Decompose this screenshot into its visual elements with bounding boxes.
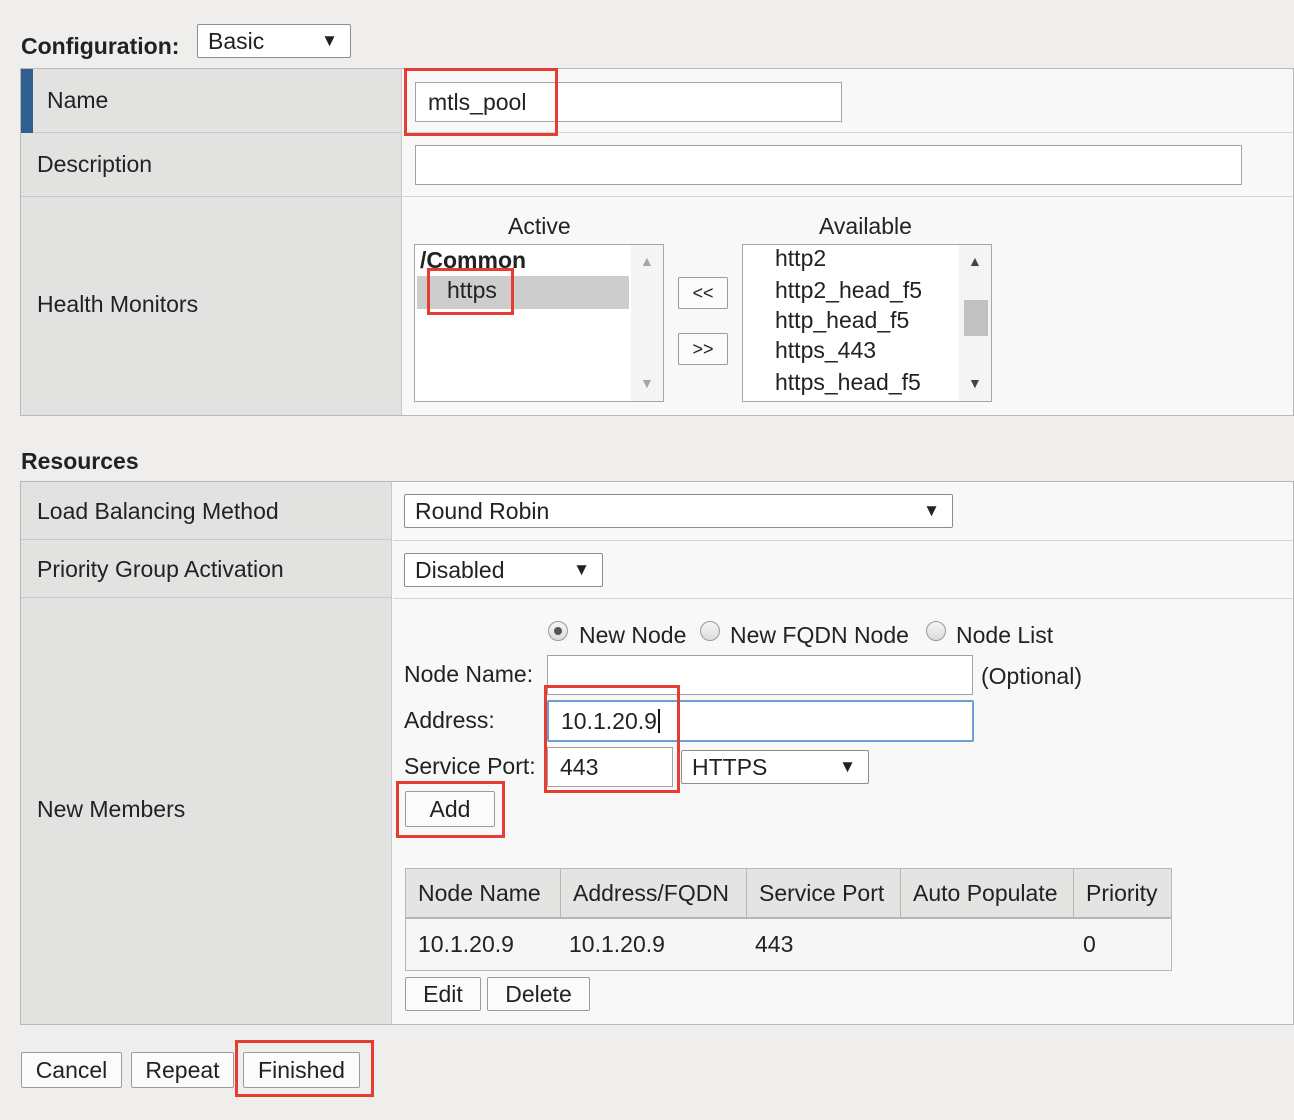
cell-service-port: 443 — [755, 931, 794, 957]
text-cursor — [657, 709, 660, 733]
finished-button-label: Finished — [258, 1056, 345, 1083]
add-button-label: Add — [429, 795, 471, 822]
node-name-input[interactable] — [547, 655, 973, 695]
row-divider — [393, 598, 1293, 599]
available-item[interactable]: http2 — [775, 245, 826, 272]
cell-node-name: 10.1.20.9 — [418, 931, 514, 957]
radio-new-fqdn-node[interactable] — [700, 621, 720, 641]
name-label: Name — [47, 87, 109, 113]
new-members-label: New Members — [37, 796, 186, 822]
description-input[interactable] — [415, 145, 1242, 185]
address-value: 10.1.20.9 — [561, 707, 657, 734]
chevron-down-icon: ▼ — [573, 560, 590, 579]
available-list-scrollbar[interactable]: ▲ ▼ — [959, 245, 991, 401]
address-input[interactable]: 10.1.20.9 — [547, 700, 974, 742]
configuration-value: Basic — [208, 27, 265, 54]
configuration-label: Configuration: — [21, 33, 180, 59]
pga-value: Disabled — [415, 556, 505, 583]
table-row[interactable]: 10.1.20.9 10.1.20.9 443 0 — [406, 919, 1171, 970]
move-right-label: >> — [692, 338, 714, 359]
scroll-down-icon[interactable]: ▼ — [968, 375, 982, 391]
cell-address: 10.1.20.9 — [569, 931, 665, 957]
service-port-select[interactable]: HTTPS ▼ — [681, 750, 869, 784]
health-monitors-label: Health Monitors — [37, 291, 199, 317]
lb-method-select[interactable]: Round Robin ▼ — [404, 494, 953, 528]
address-label: Address: — [404, 707, 495, 733]
row-divider — [393, 540, 1293, 541]
chevron-down-icon: ▼ — [923, 501, 940, 520]
edit-button[interactable]: Edit — [405, 977, 481, 1011]
scroll-down-icon[interactable]: ▼ — [640, 375, 654, 391]
repeat-button-label: Repeat — [145, 1056, 220, 1083]
available-monitors-list[interactable]: http2 http2_head_f5 http_head_f5 https_4… — [742, 244, 992, 402]
service-port-service: HTTPS — [692, 753, 768, 780]
cancel-button-label: Cancel — [35, 1056, 108, 1083]
active-list-scrollbar[interactable]: ▲ ▼ — [631, 245, 663, 401]
lb-method-label: Load Balancing Method — [37, 498, 279, 524]
cell-priority: 0 — [1083, 931, 1096, 957]
radio-new-node-label[interactable]: New Node — [579, 622, 686, 649]
scroll-up-icon[interactable]: ▲ — [640, 253, 654, 269]
column-header-address[interactable]: Address/FQDN — [561, 869, 747, 917]
name-input-value: mtls_pool — [428, 88, 527, 115]
service-port-input[interactable]: 443 — [547, 747, 673, 787]
delete-button[interactable]: Delete — [487, 977, 590, 1011]
lb-method-value: Round Robin — [415, 497, 550, 524]
add-button[interactable]: Add — [405, 791, 495, 827]
move-left-button[interactable]: << — [678, 277, 728, 309]
column-header-node-name[interactable]: Node Name — [406, 869, 561, 917]
description-label: Description — [37, 151, 153, 177]
available-header: Available — [819, 213, 912, 239]
move-left-label: << — [692, 282, 714, 303]
finished-button[interactable]: Finished — [243, 1052, 360, 1088]
service-port-label: Service Port: — [404, 753, 536, 779]
radio-new-fqdn-node-label[interactable]: New FQDN Node — [730, 622, 909, 649]
service-port-value: 443 — [560, 753, 599, 780]
cancel-button[interactable]: Cancel — [21, 1052, 122, 1088]
row-divider — [403, 132, 1293, 133]
name-row-accent — [21, 69, 33, 133]
chevron-down-icon: ▼ — [839, 757, 856, 776]
pga-select[interactable]: Disabled ▼ — [404, 553, 603, 587]
column-header-priority[interactable]: Priority — [1074, 869, 1171, 917]
active-item-https[interactable]: https — [447, 277, 497, 304]
radio-node-list[interactable] — [926, 621, 946, 641]
active-header: Active — [508, 213, 571, 239]
available-item[interactable]: http2_head_f5 — [775, 277, 922, 304]
members-table: Node Name Address/FQDN Service Port Auto… — [405, 868, 1172, 971]
radio-node-list-label[interactable]: Node List — [956, 622, 1053, 649]
row-divider — [403, 196, 1293, 197]
edit-button-label: Edit — [423, 980, 463, 1007]
available-item[interactable]: https_443 — [775, 337, 876, 364]
delete-button-label: Delete — [505, 980, 572, 1007]
column-header-auto-populate[interactable]: Auto Populate — [901, 869, 1074, 917]
name-input[interactable]: mtls_pool — [415, 82, 842, 122]
scroll-up-icon[interactable]: ▲ — [968, 253, 982, 269]
move-right-button[interactable]: >> — [678, 333, 728, 365]
pga-label: Priority Group Activation — [37, 556, 284, 582]
column-header-service-port[interactable]: Service Port — [747, 869, 901, 917]
optional-hint: (Optional) — [981, 663, 1082, 689]
list-group-header: /Common — [420, 247, 527, 273]
available-item[interactable]: http_head_f5 — [775, 307, 909, 334]
node-name-label: Node Name: — [404, 661, 534, 687]
chevron-down-icon: ▼ — [321, 31, 338, 50]
radio-new-node[interactable] — [548, 621, 568, 641]
active-monitors-list[interactable]: /Common https ▲ ▼ — [414, 244, 664, 402]
available-item[interactable]: https_head_f5 — [775, 369, 921, 396]
repeat-button[interactable]: Repeat — [131, 1052, 234, 1088]
configuration-select[interactable]: Basic ▼ — [197, 24, 351, 58]
resources-title: Resources — [21, 448, 139, 474]
scrollbar-thumb[interactable] — [964, 300, 988, 336]
